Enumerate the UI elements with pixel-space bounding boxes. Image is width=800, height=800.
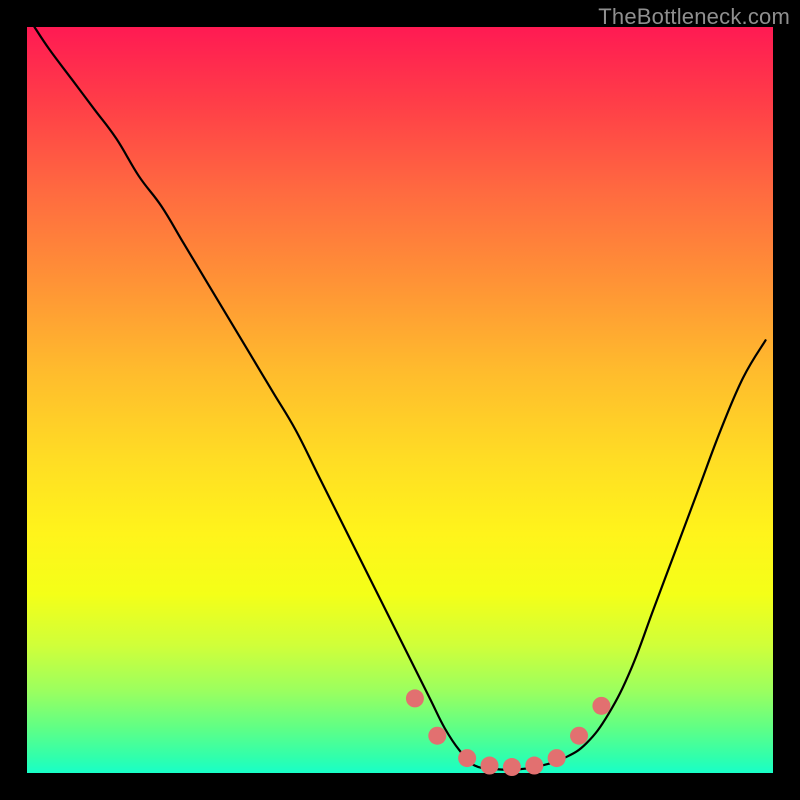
watermark-label: TheBottleneck.com — [598, 4, 790, 30]
chart-frame: TheBottleneck.com — [0, 0, 800, 800]
gradient-background — [27, 27, 773, 773]
